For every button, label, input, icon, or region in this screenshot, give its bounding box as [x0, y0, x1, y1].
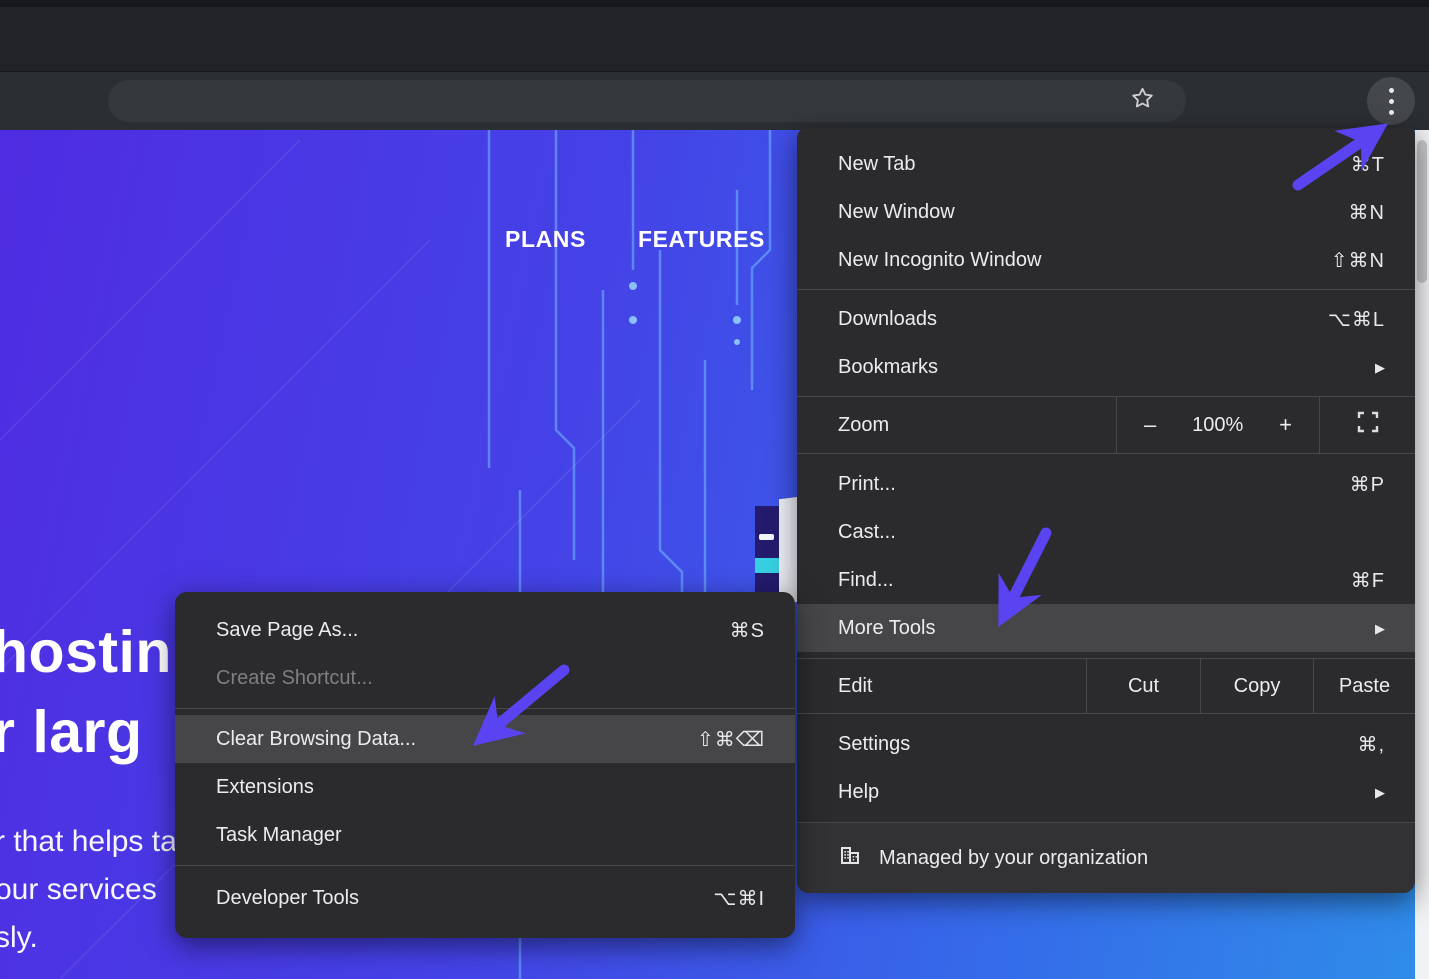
- main-menu-section-0: New Tab⌘TNew Window⌘NNew Incognito Windo…: [797, 128, 1415, 289]
- shortcut-label: ⌥⌘I: [713, 886, 765, 911]
- system-strip: [0, 0, 1429, 7]
- submenu-arrow-icon: ▶: [1375, 621, 1385, 637]
- menu-item-zoom: Zoom – 100% +: [797, 397, 1415, 453]
- menu-item-create-shortcut: Create Shortcut...: [175, 654, 795, 702]
- hero-body-text: r that helps ta our services sly.: [0, 818, 177, 962]
- kebab-menu-icon: [1389, 88, 1394, 115]
- menu-item-label: More Tools: [838, 617, 1375, 640]
- nav-item-plans[interactable]: PLANS: [505, 226, 586, 253]
- shortcut-label: ⌘F: [1351, 568, 1385, 593]
- main-menu-section-1: Downloads⌥⌘LBookmarks▶: [797, 290, 1415, 396]
- zoom-label: Zoom: [797, 397, 1116, 453]
- menu-item-new-window[interactable]: New Window⌘N: [797, 188, 1415, 236]
- fullscreen-button[interactable]: [1319, 397, 1415, 453]
- cut-button[interactable]: Cut: [1086, 659, 1200, 713]
- shortcut-label: ⇧⌘N: [1331, 248, 1385, 273]
- submenu-section-2: Developer Tools⌥⌘I: [175, 866, 795, 938]
- menu-item-cast[interactable]: Cast...: [797, 508, 1415, 556]
- managed-label: Managed by your organization: [879, 847, 1148, 870]
- menu-item-clear-browsing-data[interactable]: Clear Browsing Data...⇧⌘⌫: [175, 715, 795, 763]
- address-bar[interactable]: [108, 80, 1186, 122]
- zoom-in-button[interactable]: +: [1279, 412, 1292, 438]
- menu-item-label: Bookmarks: [838, 356, 1375, 379]
- site-nav: PLANS FEATURES: [505, 226, 765, 253]
- hero-heading: hostin r larg: [0, 612, 172, 772]
- tab-strip: [0, 7, 1429, 72]
- page-scrollbar-track[interactable]: [1415, 130, 1429, 979]
- server-tower-illustration: [755, 498, 799, 603]
- menu-item-label: Downloads: [838, 308, 1328, 331]
- star-outline-icon: [1129, 85, 1156, 117]
- hero-heading-line2: r larg: [0, 692, 172, 772]
- submenu-arrow-icon: ▶: [1375, 360, 1385, 376]
- browser-chrome: [0, 0, 1429, 130]
- menu-item-task-manager[interactable]: Task Manager: [175, 811, 795, 859]
- menu-item-label: New Window: [838, 201, 1349, 224]
- more-tools-submenu: Save Page As...⌘S Create Shortcut... Clear…: [175, 592, 795, 938]
- menu-item-label: Cast...: [838, 521, 1385, 544]
- fullscreen-icon: [1357, 411, 1379, 439]
- shortcut-label: ⌘P: [1350, 472, 1385, 497]
- shortcut-label: ⌘S: [730, 618, 765, 643]
- main-menu-section-3: Print...⌘PCast...Find...⌘FMore Tools▶: [797, 454, 1415, 658]
- submenu-section-1: Clear Browsing Data...⇧⌘⌫ Extensions Task …: [175, 709, 795, 865]
- menu-item-new-tab[interactable]: New Tab⌘T: [797, 140, 1415, 188]
- menu-item-extensions[interactable]: Extensions: [175, 763, 795, 811]
- menu-item-label: Create Shortcut...: [216, 667, 765, 690]
- hero-body-line2: our services: [0, 866, 177, 914]
- menu-item-downloads[interactable]: Downloads⌥⌘L: [797, 295, 1415, 343]
- menu-item-label: New Incognito Window: [838, 249, 1331, 272]
- submenu-arrow-icon: ▶: [1375, 785, 1385, 801]
- menu-item-label: Print...: [838, 473, 1350, 496]
- menu-item-label: Find...: [838, 569, 1351, 592]
- menu-item-label: Help: [838, 781, 1375, 804]
- zoom-controls: – 100% +: [1116, 397, 1319, 453]
- menu-item-edit: EditCutCopyPaste: [797, 659, 1415, 713]
- menu-item-save-page-as[interactable]: Save Page As...⌘S: [175, 606, 795, 654]
- menu-item-more-tools[interactable]: More Tools▶: [797, 604, 1415, 652]
- menu-item-print[interactable]: Print...⌘P: [797, 460, 1415, 508]
- zoom-out-button[interactable]: –: [1144, 412, 1156, 438]
- menu-item-label: Developer Tools: [216, 887, 713, 910]
- bookmark-star-button[interactable]: [1120, 81, 1164, 121]
- hero-heading-line1: hostin: [0, 612, 172, 692]
- menu-item-developer-tools[interactable]: Developer Tools⌥⌘I: [175, 874, 795, 922]
- shortcut-label: ⇧⌘⌫: [697, 727, 765, 752]
- page-scrollbar-thumb[interactable]: [1417, 140, 1427, 283]
- menu-item-settings[interactable]: Settings⌘,: [797, 720, 1415, 768]
- chrome-main-menu: New Tab⌘TNew Window⌘NNew Incognito Windo…: [797, 128, 1415, 893]
- menu-item-label: Extensions: [216, 776, 765, 799]
- browser-toolbar: [0, 72, 1429, 130]
- zoom-level-value: 100%: [1192, 414, 1243, 437]
- hero-body-line3: sly.: [0, 914, 177, 962]
- main-menu-section-5: Settings⌘,Help▶: [797, 714, 1415, 822]
- nav-item-features[interactable]: FEATURES: [638, 226, 765, 253]
- menu-item-label: Clear Browsing Data...: [216, 728, 697, 751]
- copy-button[interactable]: Copy: [1200, 659, 1313, 713]
- menu-item-label: New Tab: [838, 153, 1351, 176]
- submenu-section-0: Save Page As...⌘S Create Shortcut...: [175, 592, 795, 708]
- shortcut-label: ⌘,: [1357, 732, 1385, 757]
- organization-building-icon: [838, 843, 862, 873]
- edit-label: Edit: [797, 659, 1086, 713]
- menu-item-label: Save Page As...: [216, 619, 730, 642]
- menu-item-new-incognito-window[interactable]: New Incognito Window⇧⌘N: [797, 236, 1415, 284]
- shortcut-label: ⌘N: [1349, 200, 1385, 225]
- menu-item-find[interactable]: Find...⌘F: [797, 556, 1415, 604]
- paste-button[interactable]: Paste: [1313, 659, 1415, 713]
- menu-item-label: Task Manager: [216, 824, 765, 847]
- menu-item-help[interactable]: Help▶: [797, 768, 1415, 816]
- menu-item-bookmarks[interactable]: Bookmarks▶: [797, 343, 1415, 391]
- hero-body-line1: r that helps ta: [0, 818, 177, 866]
- browser-menu-button[interactable]: [1367, 77, 1415, 125]
- shortcut-label: ⌥⌘L: [1328, 307, 1385, 332]
- shortcut-label: ⌘T: [1351, 152, 1385, 177]
- managed-by-organization-item[interactable]: Managed by your organization: [797, 822, 1415, 893]
- menu-item-label: Settings: [838, 733, 1357, 756]
